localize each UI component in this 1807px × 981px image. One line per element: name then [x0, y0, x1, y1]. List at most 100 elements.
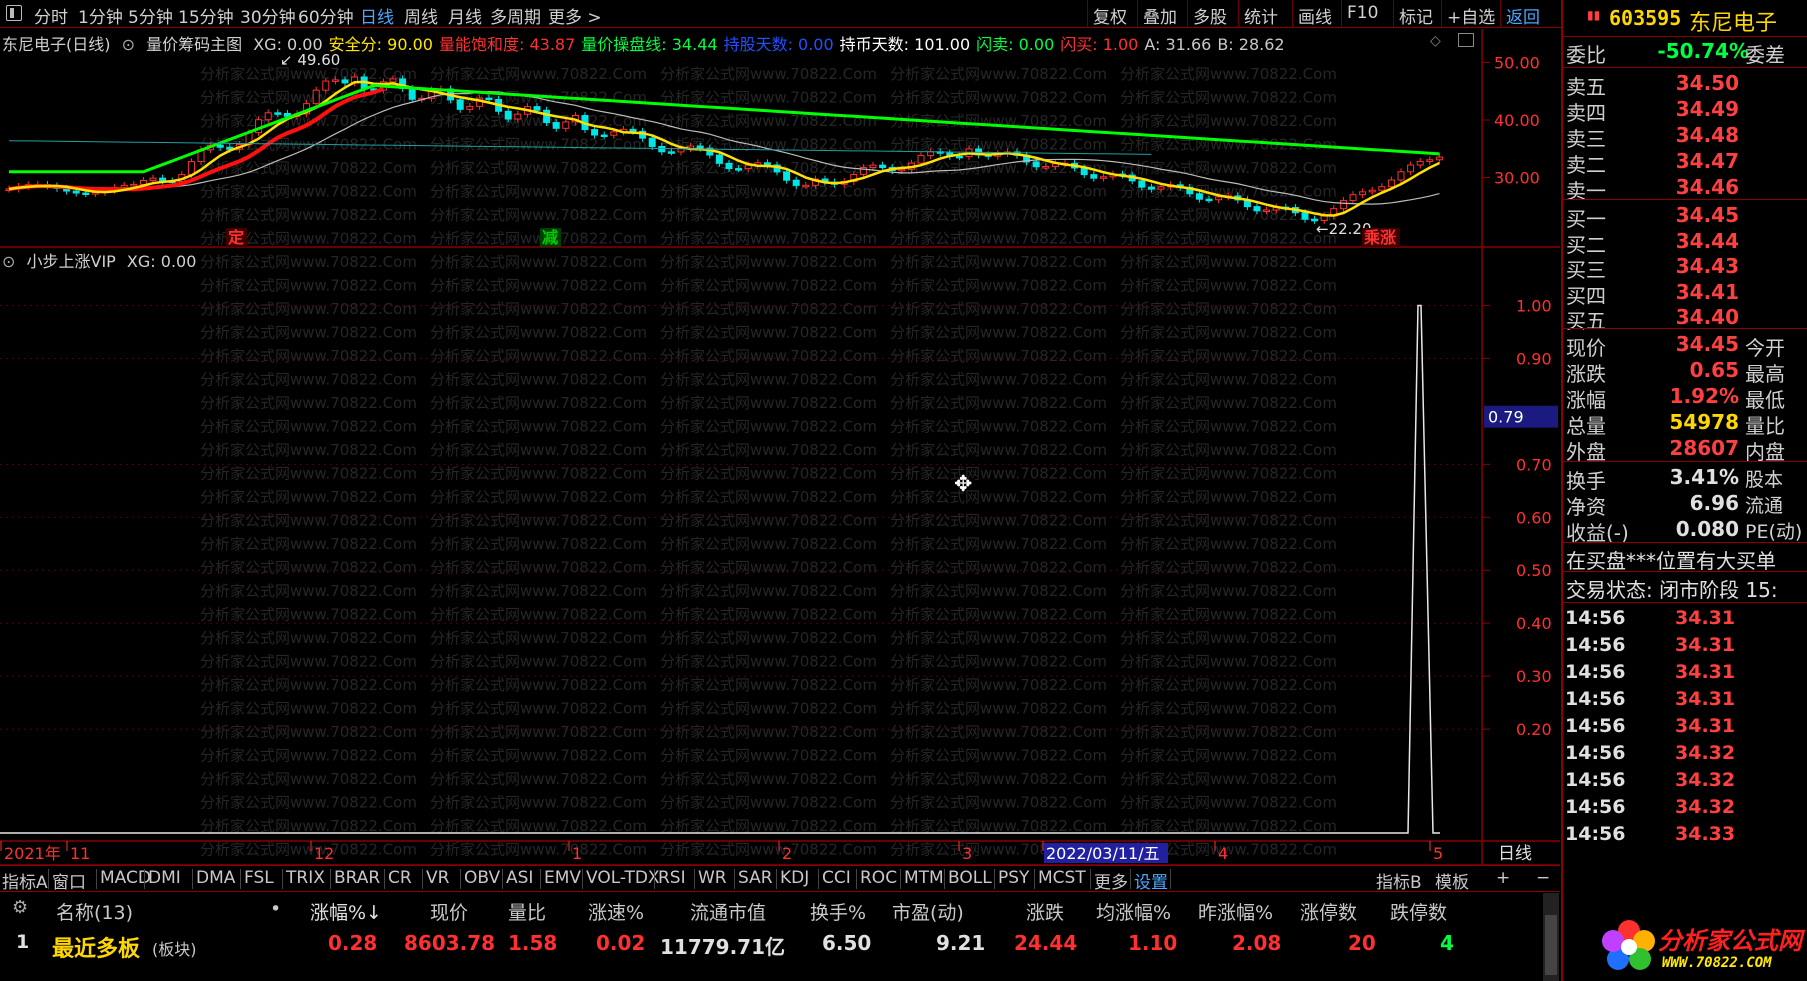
candle-body — [927, 151, 935, 157]
watermark-text: 分析家公式网www.70822.Com — [1120, 347, 1337, 365]
indicator-tab-4[interactable]: DMA — [196, 868, 235, 888]
indicator-tab-6[interactable]: TRIX — [286, 868, 325, 888]
indicator-tab-3[interactable]: DMI — [148, 868, 181, 888]
window-toggle-icon[interactable] — [1458, 33, 1474, 47]
sub-indicator-name[interactable]: 小步上涨VIP — [27, 252, 116, 271]
table-header-2[interactable]: 涨幅%↓ — [310, 898, 382, 925]
candle-body — [1157, 186, 1165, 190]
indicator-tab-23[interactable]: MCST — [1038, 868, 1086, 888]
indicator-dropdown-icon[interactable]: ⊙ — [122, 35, 135, 54]
indicator-tab-1[interactable]: 窗口 — [52, 868, 86, 893]
table-row[interactable]: 1 最近多板 (板块) 0.28 8603.78 1.58 0.02 11779.71亿 6.5… — [0, 931, 1540, 962]
chart-area[interactable]: 分析家公式网www.70822.Com 分析家公式网www.70822.Com 分析… — [0, 29, 1560, 865]
ask-row[interactable]: 卖五 34.50 — [1563, 70, 1807, 99]
chart-settings-icon[interactable]: ◇ — [1430, 33, 1441, 49]
action-button-1[interactable]: 叠加 — [1143, 3, 1177, 28]
table-header-4[interactable]: 量比 — [508, 898, 546, 925]
indicator-tab-0[interactable]: 指标A — [2, 868, 48, 893]
candle-body — [408, 87, 416, 100]
indicator-tab-17[interactable]: KDJ — [780, 868, 809, 888]
action-button-3[interactable]: 统计 — [1244, 3, 1278, 28]
table-header-6[interactable]: 流通市值 — [690, 898, 766, 925]
watermark-text: 分析家公式网www.70822.Com — [890, 183, 1107, 201]
settings-gear-icon[interactable]: ⚙ — [12, 897, 28, 918]
table-header-12[interactable]: 涨停数 — [1300, 898, 1357, 925]
indicator-tab-5[interactable]: FSL — [244, 868, 274, 888]
indicator-tab-11[interactable]: ASI — [506, 868, 533, 888]
indicator-tab-20[interactable]: MTM — [904, 868, 944, 888]
period-tab-0[interactable]: 分时 — [34, 3, 68, 28]
indicator-tab-21[interactable]: BOLL — [948, 868, 992, 888]
period-tab-1[interactable]: 1分钟 — [78, 3, 123, 28]
indicator-tab-14[interactable]: RSI — [658, 868, 686, 888]
period-tab-10[interactable]: 更多 > — [548, 3, 602, 28]
action-button-0[interactable]: 复权 — [1093, 3, 1127, 28]
right-tab-2[interactable]: + — [1496, 868, 1510, 888]
indicator-tab-15[interactable]: WR — [698, 868, 727, 888]
watermark-text: 分析家公式网www.70822.Com — [890, 676, 1107, 694]
stat2-label2: 股本 — [1745, 469, 1784, 491]
indicator-tab-16[interactable]: SAR — [738, 868, 773, 888]
table-header-5[interactable]: 涨速% — [588, 898, 644, 925]
table-header-10[interactable]: 均涨幅% — [1096, 898, 1171, 925]
right-tab-0[interactable]: 指标B — [1376, 868, 1422, 893]
stock-code[interactable]: 603595 — [1609, 6, 1681, 30]
bid-row[interactable]: 买四 34.41 — [1563, 279, 1807, 308]
watermark-text: 分析家公式网www.70822.Com — [890, 347, 1107, 365]
cell-chg: 0.28 — [328, 931, 378, 955]
action-button-8[interactable]: 返回 — [1506, 3, 1540, 28]
ask-row[interactable]: 卖一 34.46 — [1563, 174, 1807, 203]
table-scroll-thumb[interactable] — [1545, 915, 1557, 975]
period-tab-8[interactable]: 月线 — [448, 3, 482, 28]
table-header-7[interactable]: 换手% — [810, 898, 866, 925]
stock-name[interactable]: 东尼电子 — [1689, 5, 1777, 37]
indicator-dropdown-icon[interactable]: ⊙ — [2, 252, 15, 271]
table-header-3[interactable]: 现价 — [430, 898, 468, 925]
right-tab-1[interactable]: 模板 — [1435, 868, 1469, 893]
action-button-2[interactable]: 多股 — [1193, 3, 1227, 28]
right-tab-3[interactable]: − — [1536, 868, 1550, 888]
action-button-6[interactable]: 标记 — [1399, 3, 1433, 28]
indicator-tab-13[interactable]: VOL-TDX — [586, 868, 660, 888]
period-tab-7[interactable]: 周线 — [404, 3, 438, 28]
ask-row[interactable]: 卖四 34.49 — [1563, 96, 1807, 125]
candle-body — [331, 79, 339, 82]
action-button-7[interactable]: +自选 — [1447, 3, 1495, 28]
table-header-11[interactable]: 昨涨幅% — [1198, 898, 1273, 925]
table-header-8[interactable]: 市盈(动) — [892, 898, 964, 925]
indicator-tab-24[interactable]: 更多 — [1094, 868, 1128, 893]
ask-row[interactable]: 卖三 34.48 — [1563, 122, 1807, 151]
period-tab-3[interactable]: 15分钟 — [178, 3, 234, 28]
bid-row[interactable]: 买三 34.43 — [1563, 253, 1807, 282]
period-tab-9[interactable]: 多周期 — [490, 3, 541, 28]
table-header-13[interactable]: 跌停数 — [1390, 898, 1447, 925]
watermark-text: 分析家公式网www.70822.Com — [660, 277, 877, 295]
action-button-4[interactable]: 画线 — [1298, 3, 1332, 28]
bid-row[interactable]: 买一 34.45 — [1563, 202, 1807, 231]
table-header-0[interactable]: 名称(13) — [56, 898, 133, 925]
cell-vr: 1.58 — [508, 931, 558, 955]
indicator-tab-7[interactable]: BRAR — [334, 868, 380, 888]
stat2-row: 换手 3.41% 股本 — [1563, 464, 1807, 493]
kline-chart[interactable]: 分析家公式网www.70822.Com 分析家公式网www.70822.Com 分析… — [0, 29, 1560, 865]
indicator-tab-22[interactable]: PSY — [998, 868, 1029, 888]
bid-row[interactable]: 买二 34.44 — [1563, 228, 1807, 257]
indicator-tab-10[interactable]: OBV — [464, 868, 500, 888]
indicator-tab-25[interactable]: 设置 — [1134, 868, 1168, 893]
table-header-9[interactable]: 涨跌 — [1026, 898, 1064, 925]
period-tab-5[interactable]: 60分钟 — [298, 3, 354, 28]
menu-icon[interactable] — [6, 5, 22, 21]
period-tab-2[interactable]: 5分钟 — [128, 3, 173, 28]
indicator-tab-19[interactable]: ROC — [860, 868, 897, 888]
period-tab-4[interactable]: 30分钟 — [240, 3, 296, 28]
main-indicator-name[interactable]: 量价筹码主图 — [146, 35, 242, 54]
indicator-tab-9[interactable]: VR — [426, 868, 449, 888]
period-tab-6[interactable]: 日线 — [360, 3, 394, 28]
table-header-1[interactable]: • — [270, 898, 281, 920]
ask-row[interactable]: 卖二 34.47 — [1563, 148, 1807, 177]
indicator-tab-12[interactable]: EMV — [544, 868, 581, 888]
indicator-tab-8[interactable]: CR — [388, 868, 412, 888]
candle-body — [456, 99, 464, 110]
indicator-tab-18[interactable]: CCI — [822, 868, 851, 888]
action-button-5[interactable]: F10 — [1347, 3, 1378, 23]
